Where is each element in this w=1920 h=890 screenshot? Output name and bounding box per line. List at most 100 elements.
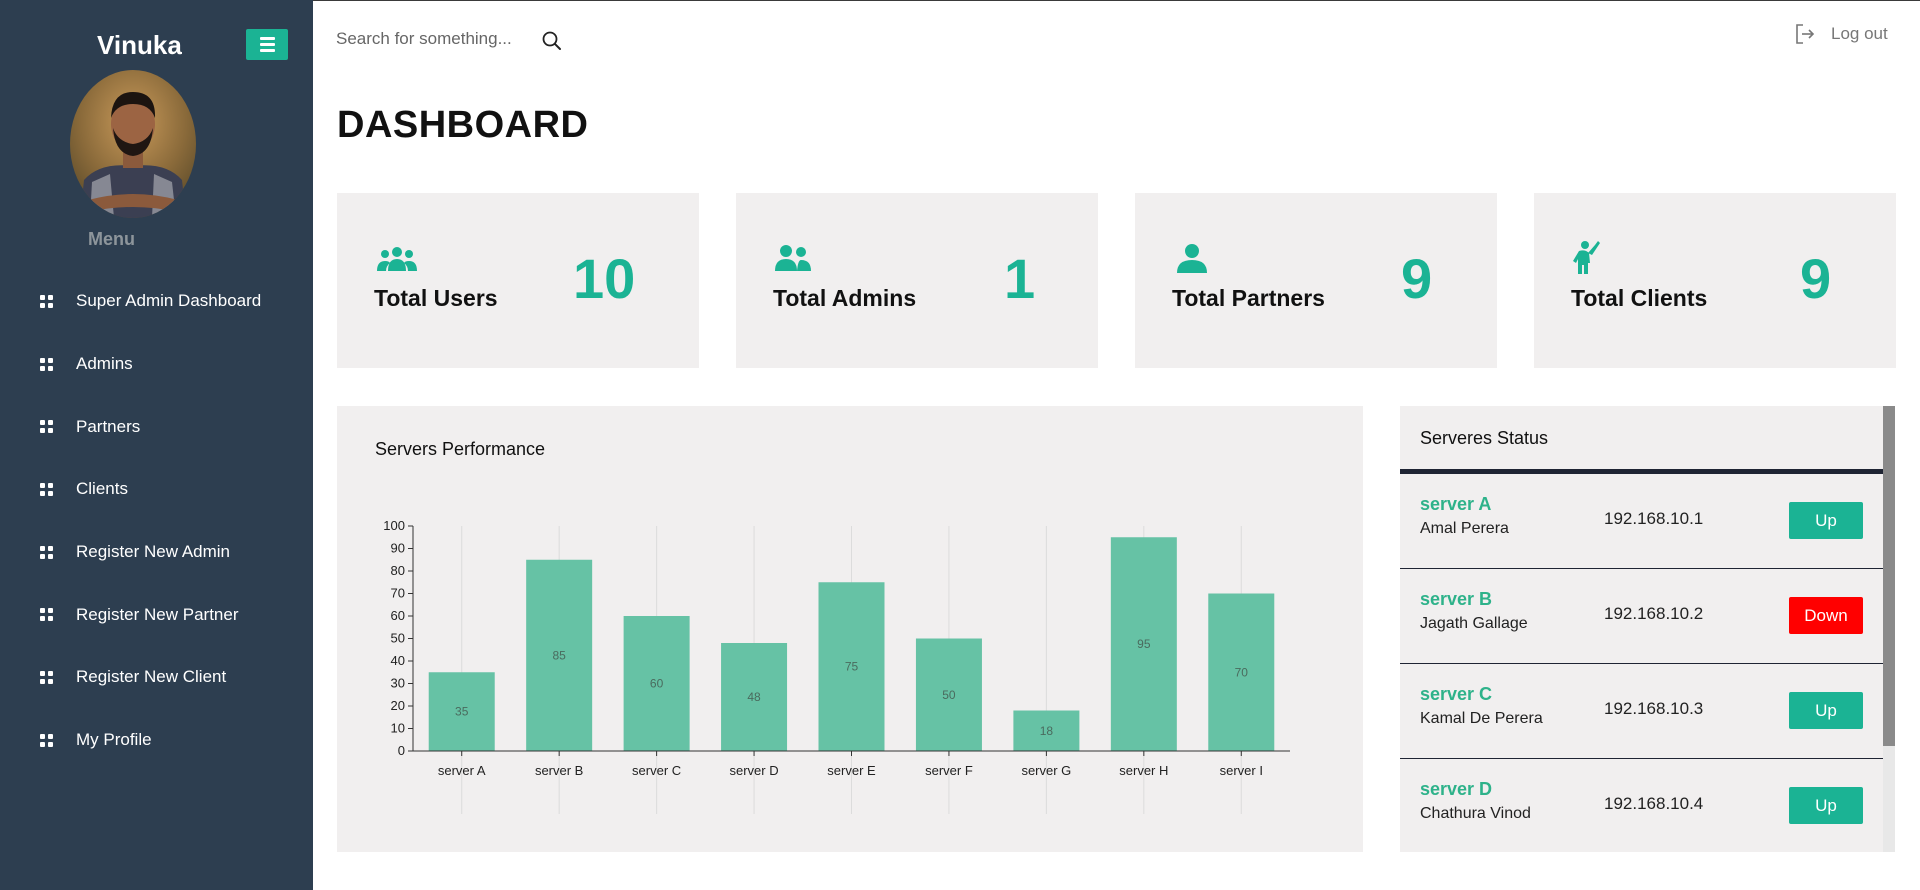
sidebar-item-clients[interactable]: Clients	[0, 458, 313, 521]
data-label: 60	[650, 677, 664, 691]
sidebar-item-label: Register New Partner	[76, 604, 239, 624]
stat-card-total-users: Total Users 10	[337, 193, 699, 368]
stat-label: Total Partners	[1172, 285, 1325, 311]
sidebar-item-label: Partners	[76, 416, 141, 436]
search-input[interactable]	[336, 29, 536, 49]
logout-label: Log out	[1831, 24, 1888, 43]
server-row: server A Amal Perera 192.168.10.1 Up	[1400, 474, 1883, 573]
grid-icon	[40, 608, 53, 622]
sidebar-nav: Super Admin Dashboard Admins Partners Cl…	[0, 270, 313, 772]
server-owner: Amal Perera	[1420, 520, 1509, 537]
hamburger-icon	[259, 37, 275, 40]
server-row: server D Chathura Vinod 192.168.10.4 Up	[1400, 759, 1883, 852]
server-ip: 192.168.10.3	[1604, 699, 1704, 718]
sidebar-item-label: Super Admin Dashboard	[76, 291, 262, 311]
y-tick-label: 100	[383, 518, 405, 533]
sidebar: Vinuka Menu Super Admin Dashboard Admins…	[0, 0, 313, 890]
sidebar-item-label: Admins	[76, 354, 133, 374]
grid-icon	[40, 357, 53, 371]
servers-performance-panel: Servers Performance 35 85 60 48 75 50 18 95 70 0 1…	[337, 406, 1363, 852]
data-label: 70	[1235, 665, 1249, 679]
y-tick-label: 20	[391, 698, 405, 713]
sidebar-item-my-profile[interactable]: My Profile	[0, 709, 313, 772]
y-tick-label: 50	[391, 631, 405, 646]
data-label: 85	[552, 648, 566, 662]
client-icon	[1571, 239, 1617, 274]
sidebar-item-super-admin-dashboard[interactable]: Super Admin Dashboard	[0, 270, 313, 333]
sidebar-item-label: Register New Admin	[76, 542, 231, 562]
sidebar-item-partners[interactable]: Partners	[0, 395, 313, 458]
sidebar-item-label: Register New Client	[76, 667, 227, 687]
data-label: 75	[845, 660, 859, 674]
server-owner: Jagath Gallage	[1420, 615, 1528, 632]
logout-button[interactable]: Log out	[1793, 22, 1888, 46]
topbar-divider	[313, 0, 1920, 1]
users-group-icon	[374, 243, 420, 275]
logout-icon	[1796, 24, 1815, 44]
server-name: server B	[1420, 589, 1493, 609]
scrollbar[interactable]	[1883, 406, 1895, 852]
x-tick-label: server G	[1021, 763, 1071, 778]
stat-value: 9	[1800, 247, 1832, 310]
data-label: 18	[1040, 724, 1054, 738]
x-tick-label: server D	[729, 763, 778, 778]
server-status-button[interactable]: Down	[1789, 597, 1863, 634]
x-tick-label: server B	[535, 763, 583, 778]
server-status-button[interactable]: Up	[1789, 692, 1863, 729]
server-name: server C	[1420, 684, 1493, 704]
sidebar-item-register-new-client[interactable]: Register New Client	[0, 646, 313, 709]
avatar	[70, 70, 196, 218]
server-ip: 192.168.10.4	[1604, 794, 1704, 813]
sidebar-item-label: My Profile	[76, 730, 152, 750]
stat-card-total-partners: Total Partners 9	[1135, 193, 1497, 368]
search-bar	[336, 24, 566, 54]
data-label: 50	[942, 688, 956, 702]
grid-icon	[40, 482, 53, 496]
profile-photo	[70, 70, 196, 218]
server-name: server D	[1420, 779, 1493, 799]
brand-name: Vinuka	[97, 30, 182, 60]
x-tick-label: server C	[632, 763, 681, 778]
y-tick-label: 10	[391, 721, 405, 736]
data-label: 48	[747, 690, 761, 704]
x-tick-label: server F	[925, 763, 973, 778]
servers-performance-chart: 35 85 60 48 75 50 18 95 70 0 10 20 30 40 50 60 70 80 90 100…	[383, 518, 1290, 814]
server-status-button[interactable]: Up	[1789, 787, 1863, 824]
y-tick-label: 80	[391, 563, 405, 578]
y-tick-label: 90	[391, 541, 405, 556]
data-label: 95	[1137, 637, 1151, 651]
server-owner: Kamal De Perera	[1420, 710, 1543, 727]
x-tick-label: server H	[1119, 763, 1168, 778]
sidebar-item-admins[interactable]: Admins	[0, 333, 313, 396]
data-label: 35	[455, 705, 469, 719]
stat-label: Total Users	[374, 285, 498, 311]
admins-icon	[773, 243, 819, 275]
search-icon[interactable]	[541, 30, 563, 52]
server-status-button[interactable]: Up	[1789, 502, 1863, 539]
x-tick-label: server E	[827, 763, 876, 778]
server-ip: 192.168.10.2	[1604, 604, 1704, 623]
sidebar-item-register-new-partner[interactable]: Register New Partner	[0, 583, 313, 646]
y-tick-label: 60	[391, 608, 405, 623]
y-tick-label: 0	[398, 743, 405, 758]
y-tick-label: 40	[391, 653, 405, 668]
person-icon	[1172, 243, 1218, 275]
stat-label: Total Clients	[1571, 285, 1708, 311]
sidebar-item-register-new-admin[interactable]: Register New Admin	[0, 521, 313, 584]
grid-icon	[40, 670, 53, 684]
scrollbar-thumb[interactable]	[1883, 406, 1895, 746]
menu-label: Menu	[88, 229, 135, 249]
stat-value: 10	[573, 247, 636, 310]
y-tick-label: 70	[391, 586, 405, 601]
server-row: server B Jagath Gallage 192.168.10.2 Dow…	[1400, 569, 1883, 668]
stat-value: 1	[1004, 247, 1036, 310]
grid-icon	[40, 545, 53, 559]
menu-toggle-button[interactable]	[246, 29, 288, 60]
x-tick-label: server I	[1220, 763, 1263, 778]
stat-label: Total Admins	[773, 285, 917, 311]
y-tick-label: 30	[391, 676, 405, 691]
x-tick-label: server A	[438, 763, 486, 778]
server-ip: 192.168.10.1	[1604, 509, 1704, 528]
status-header: Serveres Status	[1400, 406, 1883, 474]
grid-icon	[40, 294, 53, 308]
